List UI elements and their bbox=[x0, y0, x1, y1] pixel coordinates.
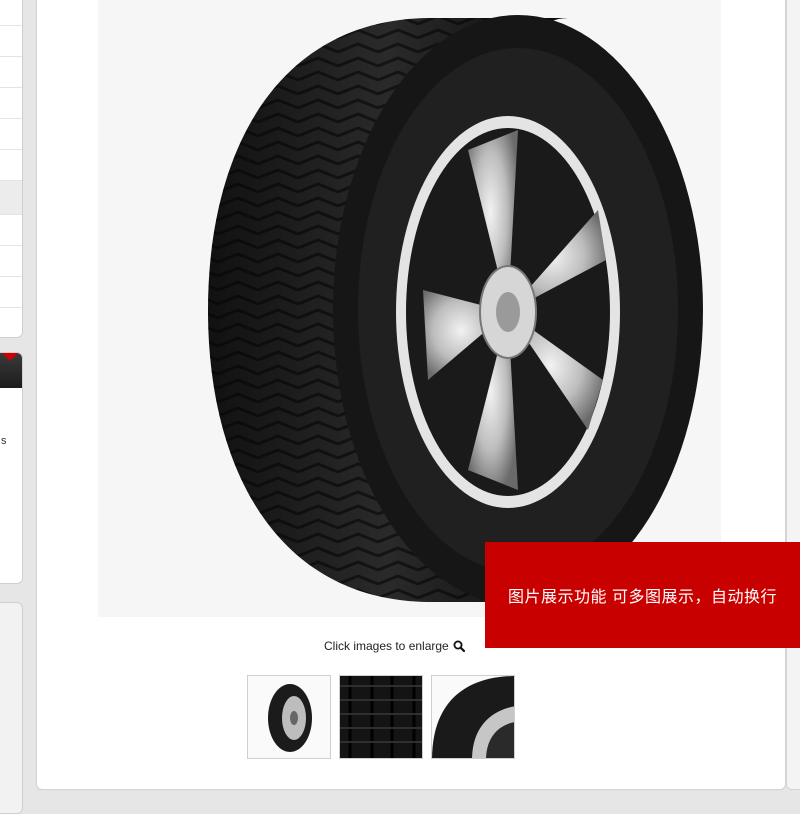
thumbnail-tire-side[interactable] bbox=[247, 675, 331, 759]
right-panel-edge bbox=[786, 0, 800, 790]
sidebar-menu-item[interactable] bbox=[0, 88, 22, 119]
enlarge-hint[interactable]: Click images to enlarge bbox=[324, 639, 465, 653]
sidebar-widget-header bbox=[0, 353, 22, 388]
thumbnail-tire-tread[interactable] bbox=[339, 675, 423, 759]
tire-sidewall-icon bbox=[432, 676, 514, 758]
overlay-banner: 图片展示功能 可多图展示，自动换行 bbox=[485, 542, 800, 648]
sidebar-widget: s bbox=[0, 352, 23, 584]
thumbnail-tire-sidewall[interactable] bbox=[431, 675, 515, 759]
sidebar-menu-item[interactable] bbox=[0, 119, 22, 150]
sidebar-widget-lower bbox=[0, 602, 23, 814]
sidebar-menu-item[interactable] bbox=[0, 26, 22, 57]
sidebar-widget-text: s bbox=[1, 435, 7, 447]
sidebar-menu-item[interactable] bbox=[0, 277, 22, 308]
sidebar-menu-item[interactable] bbox=[0, 0, 22, 26]
sidebar-menu-item[interactable] bbox=[0, 57, 22, 88]
sidebar-menu bbox=[0, 0, 23, 338]
tire-image-icon bbox=[98, 0, 721, 617]
main-product-image[interactable] bbox=[98, 0, 721, 617]
sidebar-menu-item[interactable] bbox=[0, 181, 22, 215]
enlarge-hint-label: Click images to enlarge bbox=[324, 639, 449, 653]
sidebar-menu-item[interactable] bbox=[0, 215, 22, 246]
tire-tread-icon bbox=[340, 676, 422, 758]
tire-side-icon bbox=[248, 676, 330, 758]
sidebar-menu-item[interactable] bbox=[0, 150, 22, 181]
magnifier-icon bbox=[453, 640, 465, 652]
sidebar-menu-item[interactable] bbox=[0, 246, 22, 277]
thumbnail-strip bbox=[247, 675, 515, 759]
